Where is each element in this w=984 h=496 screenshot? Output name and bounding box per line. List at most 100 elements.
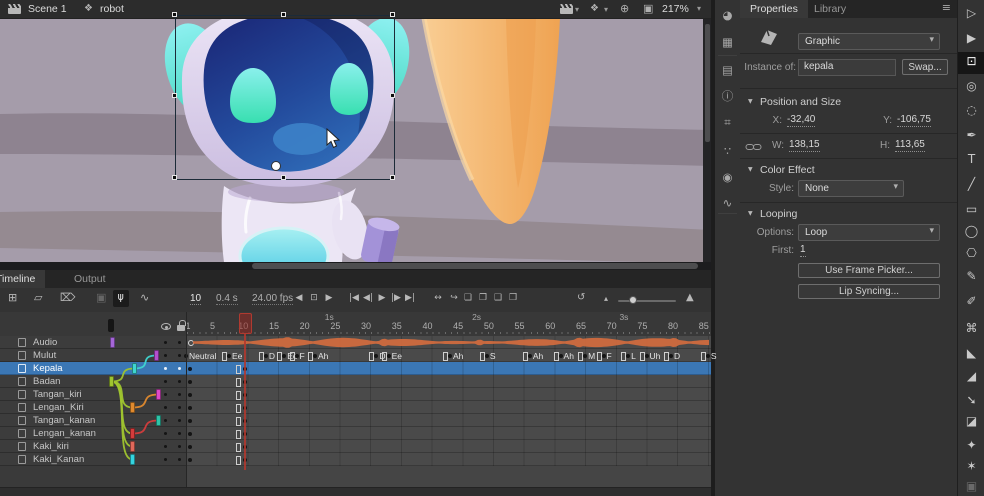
oval-tool[interactable]: ◯ (958, 225, 984, 237)
stage-vscroll-thumb[interactable] (705, 24, 710, 142)
layer-lock-dot[interactable] (178, 380, 181, 383)
current-frame-value[interactable]: 10 (190, 293, 201, 305)
ruler-frame-number[interactable]: 30 (356, 321, 376, 331)
eraser-tool[interactable]: ◪ (958, 415, 984, 427)
selection-handle[interactable] (172, 175, 177, 180)
stage-vscrollbar[interactable] (703, 18, 711, 262)
polystar-tool[interactable]: ⎔ (958, 247, 984, 259)
graph-editor-icon[interactable]: ∿ (140, 292, 149, 303)
playhead-marker[interactable] (239, 313, 252, 334)
w-value[interactable]: 138,15 (789, 139, 820, 152)
brush-library-icon[interactable]: ∵ (715, 146, 740, 158)
layer-parent-swatch[interactable] (109, 376, 114, 387)
layer-visible-dot[interactable] (164, 458, 167, 461)
layer-parent-swatch[interactable] (130, 428, 135, 439)
layer-lock-dot[interactable] (178, 354, 181, 357)
layer-visible-dot[interactable] (164, 341, 167, 344)
layer-visible-dot[interactable] (164, 393, 167, 396)
onion-marker-icon[interactable]: ❒ (504, 294, 522, 303)
lock-aspect-icon[interactable] (745, 141, 762, 153)
layer-lock-dot[interactable] (178, 393, 181, 396)
layer-lock-dot[interactable] (178, 419, 181, 422)
parent-column-header-icon[interactable] (108, 319, 114, 332)
ruler-frame-number[interactable]: 50 (479, 321, 499, 331)
go-last-frame-icon[interactable]: ▶| (401, 294, 419, 303)
layer-visible-dot[interactable] (164, 406, 167, 409)
ruler-frame-number[interactable]: 55 (510, 321, 530, 331)
ruler-frame-number[interactable]: 85 (694, 321, 714, 331)
layer-parent-swatch[interactable] (130, 454, 135, 465)
ruler-frame-number[interactable]: 60 (540, 321, 560, 331)
ruler-frame-number[interactable]: 75 (632, 321, 652, 331)
ruler-frame-number[interactable]: 70 (602, 321, 622, 331)
camera-tool[interactable]: ▣ (958, 480, 984, 492)
selection-handle[interactable] (390, 12, 395, 17)
new-folder-icon[interactable]: ▱ (34, 292, 42, 303)
layer-visible-dot[interactable] (164, 380, 167, 383)
first-frame-value[interactable]: 1 (800, 244, 806, 257)
section-color-header[interactable]: ▼ Color Effect (760, 164, 815, 176)
info-icon[interactable]: ⓘ (715, 91, 740, 103)
timeline-bottom-scrollbar[interactable] (0, 487, 711, 496)
layer-parent-swatch[interactable] (156, 389, 161, 400)
asset-warp-tool[interactable]: ✦ (958, 439, 984, 451)
stage-hscrollbar[interactable] (0, 262, 711, 270)
timeline-ruler[interactable]: 15101520253035404550556065707580851s2s3s (0, 312, 711, 337)
ink-bottle-tool[interactable]: ◢ (958, 370, 984, 382)
cc-libraries-icon[interactable]: ◉ (715, 172, 740, 184)
layer-parent-swatch[interactable] (156, 415, 161, 426)
lip-syncing-button[interactable]: Lip Syncing... (798, 284, 940, 299)
layer-lock-dot[interactable] (178, 445, 181, 448)
ruler-frame-number[interactable]: 35 (387, 321, 407, 331)
subselection-tool[interactable]: ▶ (958, 32, 984, 44)
selection-handle[interactable] (281, 12, 286, 17)
stage-zoom-level[interactable]: 217% (662, 3, 689, 15)
color-palette-icon[interactable]: ◕ (715, 10, 740, 22)
ruler-frame-number[interactable]: 5 (203, 321, 223, 331)
eye-icon[interactable] (161, 323, 171, 330)
edit-symbol-icon[interactable]: ❖ (590, 4, 599, 14)
tab-library[interactable]: Library (804, 0, 856, 18)
instance-name-field[interactable]: kepala (798, 59, 896, 76)
text-tool[interactable]: T (958, 153, 984, 165)
timeline-zoom-out-icon[interactable]: ▴ (604, 295, 608, 303)
layer-parent-swatch[interactable] (130, 441, 135, 452)
layer-visible-dot[interactable] (164, 419, 167, 422)
ruler-frame-number[interactable]: 15 (264, 321, 284, 331)
layer-visible-dot[interactable] (164, 354, 167, 357)
section-position-header[interactable]: ▼ Position and Size (760, 96, 841, 108)
symbol-type-dropdown[interactable]: Graphic ▾ (798, 33, 940, 50)
pencil-tool[interactable]: ✎ (958, 270, 984, 282)
scene-breadcrumb[interactable]: Scene 1 (28, 3, 67, 15)
step-forward-icon[interactable]: ▶ (320, 294, 338, 303)
free-transform-tool[interactable]: ⊡ (958, 55, 984, 67)
edit-scene-icon[interactable] (560, 4, 573, 14)
elapsed-time-value[interactable]: 0.4 s (216, 293, 238, 305)
paint-brush-tool[interactable]: ✐ (958, 295, 984, 307)
ruler-frame-number[interactable]: 25 (325, 321, 345, 331)
selection-handle[interactable] (390, 175, 395, 180)
layer-row-frames[interactable] (187, 336, 711, 349)
selection-handle[interactable] (390, 93, 395, 98)
reset-timeline-zoom-icon[interactable]: ↺ (577, 293, 585, 303)
panel-menu-icon[interactable]: ≡ (942, 2, 951, 13)
layer-lock-dot[interactable] (178, 406, 181, 409)
layer-row-frames[interactable] (187, 414, 711, 427)
bone-tool[interactable]: ⌘ (958, 322, 984, 334)
layer-visible-dot[interactable] (164, 445, 167, 448)
stage-hscroll-thumb[interactable] (252, 263, 698, 269)
clip-content-icon[interactable]: ▣ (643, 3, 653, 14)
paint-bucket-tool[interactable]: ◣ (958, 347, 984, 359)
timeline-zoom-track[interactable] (618, 300, 676, 302)
layer-lock-dot[interactable] (178, 341, 181, 344)
layer-parent-swatch[interactable] (154, 350, 159, 361)
timeline-zoom-in-icon[interactable]: ▲ (686, 293, 694, 303)
layer-row-frames[interactable] (187, 427, 711, 440)
camera-icon[interactable]: ▣ (96, 292, 106, 303)
layer-row-frames[interactable] (187, 375, 711, 388)
loop-options-dropdown[interactable]: Loop ▾ (798, 224, 940, 241)
ruler-frame-number[interactable]: 20 (295, 321, 315, 331)
frame-rate-value[interactable]: 24.00 fps (252, 293, 293, 305)
layer-lock-dot[interactable] (178, 432, 181, 435)
y-value[interactable]: -106,75 (897, 114, 931, 127)
